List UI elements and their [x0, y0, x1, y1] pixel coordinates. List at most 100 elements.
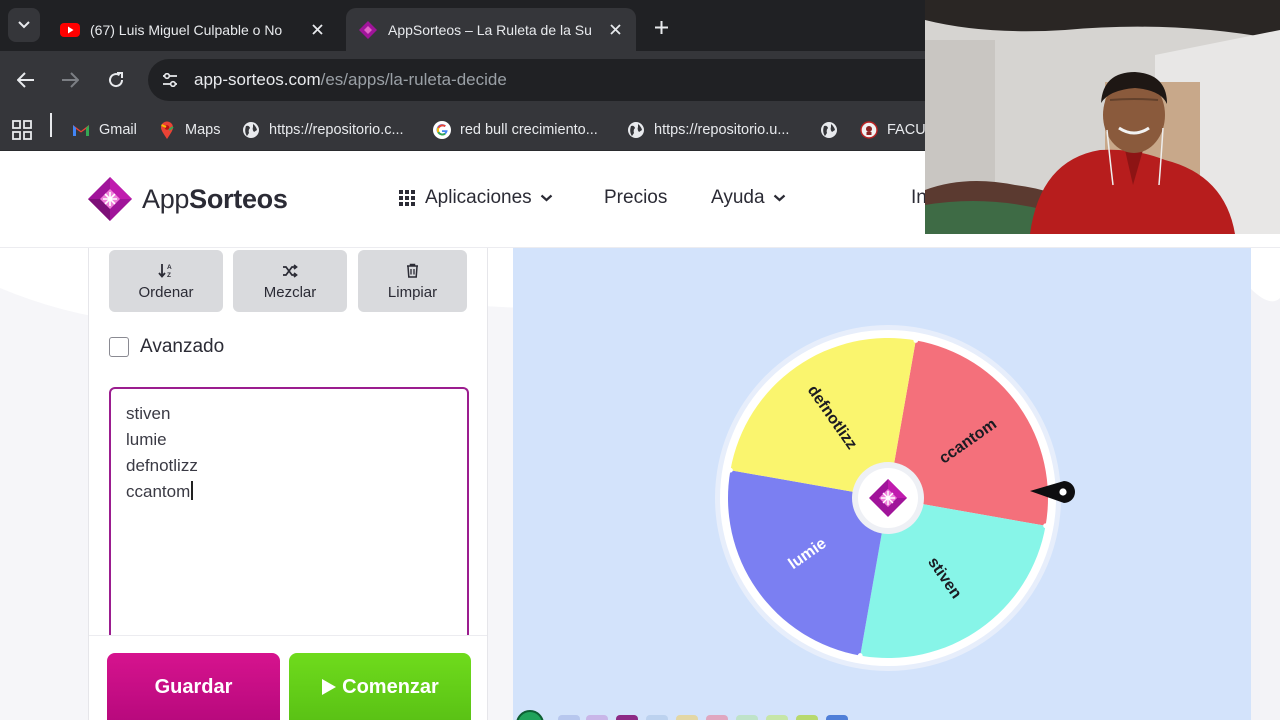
- bookmark-repositorio-c[interactable]: https://repositorio.c...: [242, 116, 404, 144]
- wheel-divider-dot: [1043, 523, 1048, 529]
- advanced-toggle[interactable]: Avanzado: [109, 336, 224, 358]
- brand-name: AppSorteos: [142, 184, 288, 215]
- shuffle-label: Mezclar: [263, 283, 317, 301]
- apps-grid-icon: [12, 120, 32, 140]
- save-label: Guardar: [154, 675, 233, 698]
- gmail-icon: [73, 125, 89, 136]
- globe-icon: [243, 122, 259, 138]
- actions-bar: Guardar Comenzar: [89, 635, 487, 720]
- globe-icon: [628, 122, 644, 138]
- close-icon: [311, 24, 323, 35]
- site-info-button[interactable]: [158, 68, 182, 92]
- bookmark-facu[interactable]: FACU: [860, 116, 926, 144]
- wheel-divider-dot: [857, 653, 863, 658]
- tab-title: AppSorteos – La Ruleta de la Su: [388, 21, 592, 38]
- text-caret: [191, 481, 193, 500]
- save-button[interactable]: Guardar: [107, 653, 280, 720]
- tab-youtube[interactable]: (67) Luis Miguel Culpable o No: [48, 8, 338, 51]
- play-icon: [322, 679, 337, 695]
- new-tab-button[interactable]: [648, 14, 674, 40]
- names-panel: AZ Ordenar Mezclar Limpiar Avanzado stiv…: [88, 248, 488, 720]
- sort-icon: AZ: [158, 264, 172, 278]
- bookmark-repositorio-u[interactable]: https://repositorio.u...: [627, 116, 789, 144]
- close-icon: [609, 24, 621, 35]
- bookmark-gmail[interactable]: Gmail: [72, 116, 137, 144]
- webcam-overlay: [925, 0, 1280, 234]
- spin-wheel[interactable]: ccantomstivenlumiedefnotlizz: [708, 318, 1068, 678]
- advanced-checkbox[interactable]: [109, 337, 129, 357]
- names-textarea[interactable]: stiven lumie defnotlizz ccantom: [109, 387, 469, 647]
- google-icon: [433, 121, 451, 139]
- arrow-right-icon: [62, 72, 79, 88]
- start-button[interactable]: Comenzar: [289, 653, 471, 720]
- nav-label: Aplicaciones: [425, 187, 532, 208]
- shuffle-icon: [283, 263, 298, 278]
- bookmark-red-bull[interactable]: red bull crecimiento...: [433, 116, 598, 144]
- nav-label: Precios: [604, 187, 668, 208]
- bookmark-label: Maps: [185, 122, 221, 138]
- tab-search-button[interactable]: [8, 8, 40, 42]
- youtube-icon: [60, 22, 80, 37]
- arrow-left-icon: [17, 72, 34, 88]
- sort-button[interactable]: AZ Ordenar: [109, 250, 223, 312]
- nav-aplicaciones[interactable]: Aplicaciones: [398, 187, 553, 209]
- tune-icon: [163, 73, 177, 87]
- brand-light: App: [142, 183, 190, 214]
- wheel-pointer-icon: [1030, 481, 1075, 503]
- wheel-divider-dot: [913, 338, 919, 343]
- wheel-area: ccantom stiven lumie defnotlizz: [513, 248, 1251, 720]
- url-path: /es/apps/la-ruleta-decide: [320, 70, 507, 89]
- forward-button[interactable]: [56, 66, 84, 94]
- appsorteos-logo-icon: [88, 177, 132, 221]
- sort-label: Ordenar: [138, 283, 194, 301]
- nav-ayuda[interactable]: Ayuda: [711, 187, 786, 209]
- trash-icon: [407, 263, 418, 278]
- bookmark-globe[interactable]: [820, 116, 847, 144]
- chevron-down-icon: [18, 21, 30, 29]
- back-button[interactable]: [12, 66, 40, 94]
- bookmark-label: https://repositorio.c...: [269, 122, 404, 138]
- svg-text:Z: Z: [167, 272, 171, 278]
- name-line: lumie: [126, 430, 167, 449]
- name-line: stiven: [126, 404, 171, 423]
- bookmarks-separator: [50, 113, 52, 137]
- wheel-divider-dot: [728, 467, 733, 473]
- close-tab-button[interactable]: [308, 21, 326, 39]
- name-line-active: ccantom: [126, 479, 452, 505]
- bookmark-label: https://repositorio.u...: [654, 122, 790, 138]
- apps-grid-button[interactable]: [12, 116, 32, 144]
- name-line: defnotlizz: [126, 456, 198, 475]
- reload-icon: [109, 72, 124, 88]
- close-tab-button[interactable]: [606, 21, 624, 39]
- name-text: ccantom: [126, 482, 191, 501]
- bookmark-label: FACU: [887, 122, 926, 138]
- clear-label: Limpiar: [387, 283, 438, 301]
- clear-button[interactable]: Limpiar: [358, 250, 467, 312]
- grid-icon: [399, 190, 415, 206]
- reload-button[interactable]: [102, 66, 130, 94]
- nav-precios[interactable]: Precios: [604, 187, 667, 209]
- url-host: app-sorteos.com: [194, 70, 321, 89]
- url-text: app-sorteos.com/es/apps/la-ruleta-decide: [194, 70, 507, 90]
- shuffle-button[interactable]: Mezclar: [233, 250, 347, 312]
- advanced-label: Avanzado: [140, 336, 225, 357]
- bookmark-label: Gmail: [99, 122, 137, 138]
- maps-icon: [161, 121, 174, 139]
- share-icons-strip[interactable]: [513, 710, 853, 720]
- webcam-video-frame: [925, 0, 1280, 234]
- chevron-down-icon: [773, 194, 785, 202]
- nav-label: Ayuda: [711, 187, 765, 208]
- start-label: Comenzar: [342, 675, 439, 698]
- globe-icon: [821, 122, 837, 138]
- brand-bold: Sorteos: [189, 183, 288, 214]
- chevron-down-icon: [540, 194, 552, 202]
- bookmark-maps[interactable]: Maps: [158, 116, 220, 144]
- bookmark-label: red bull crecimiento...: [460, 122, 598, 138]
- appsorteos-icon: [359, 20, 377, 39]
- tab-title: (67) Luis Miguel Culpable o No: [90, 21, 283, 38]
- plus-icon: [654, 20, 668, 34]
- svg-text:A: A: [167, 264, 172, 271]
- tab-appsorteos[interactable]: AppSorteos – La Ruleta de la Su: [346, 8, 636, 51]
- university-icon: [860, 121, 878, 139]
- appsorteos-logo[interactable]: AppSorteos: [86, 175, 288, 223]
